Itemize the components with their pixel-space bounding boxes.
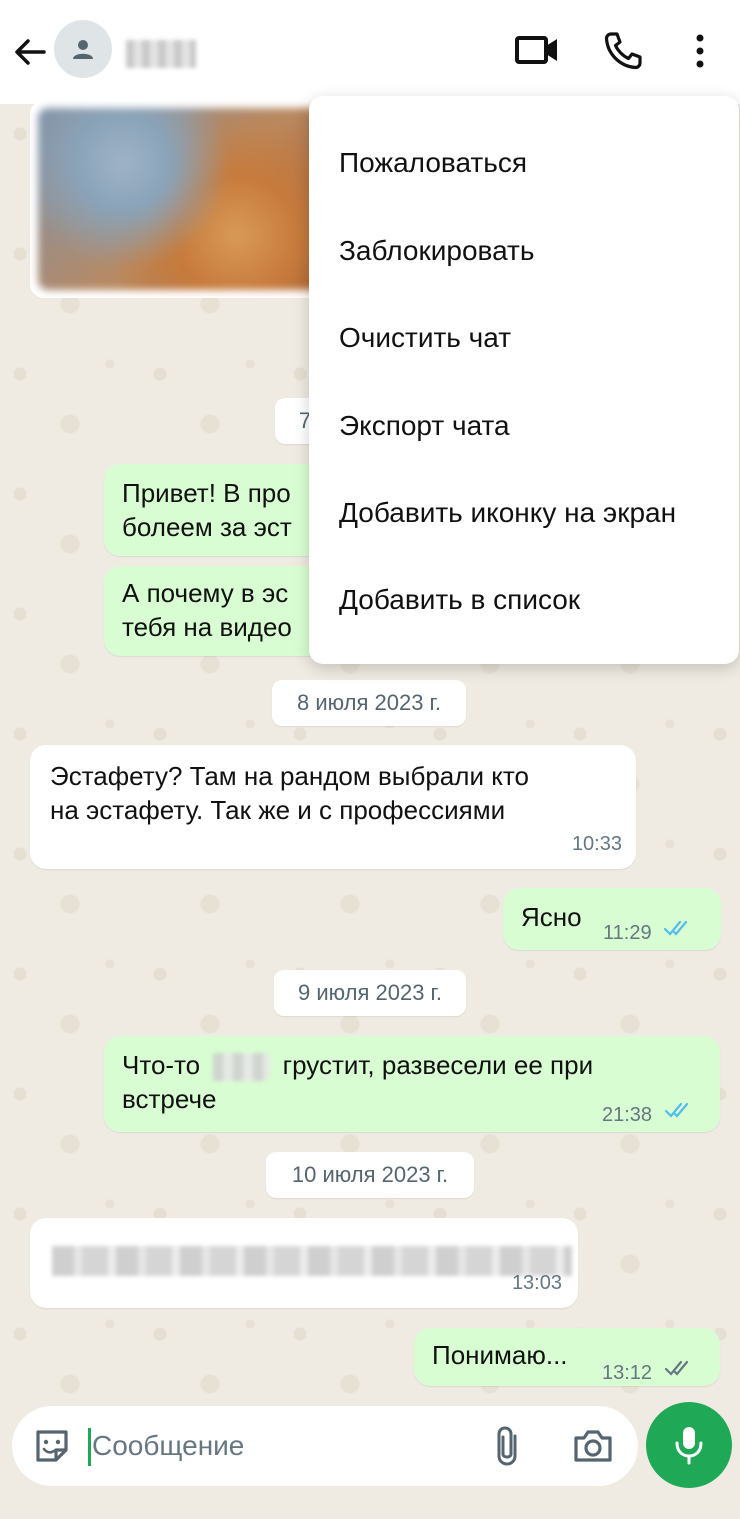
menu-item-add-to-list[interactable]: Добавить в список <box>339 580 580 620</box>
message-text: встрече <box>122 1084 217 1114</box>
more-vert-icon[interactable] <box>682 28 718 74</box>
avatar[interactable] <box>54 20 112 78</box>
message-composer <box>12 1406 638 1486</box>
message-text-part: грустит, развесели ее при <box>282 1050 594 1080</box>
phone-icon[interactable] <box>602 30 644 72</box>
message-text: Что-то грустит, развесели ее при <box>122 1048 593 1082</box>
date-label: 10 июля 2023 г. <box>291 1162 449 1187</box>
message-text: на эстафету. Так же и с профессиями <box>50 795 506 825</box>
message-text: Эстафету? Там на рандом выбрали кто <box>50 761 529 791</box>
message-bubble[interactable]: 13:03 <box>30 1218 578 1308</box>
blurred-name <box>213 1053 270 1082</box>
message-bubble[interactable]: Привет! В про болеем за эст <box>104 464 344 556</box>
read-ticks-icon <box>664 1102 689 1118</box>
date-separator: 9 июля 2023 г. <box>274 970 466 1016</box>
message-time: 11:29 <box>603 922 652 944</box>
blurred-message-text <box>52 1246 572 1276</box>
sticker-icon[interactable] <box>32 1426 72 1466</box>
date-label: 8 июля 2023 г. <box>296 690 442 715</box>
message-bubble[interactable]: Понимаю... 13:12 <box>414 1328 720 1386</box>
microphone-icon <box>675 1427 703 1465</box>
message-text: Понимаю... <box>432 1340 568 1370</box>
read-ticks-icon <box>663 920 688 936</box>
message-text: болеем за эст <box>122 512 292 542</box>
message-text: тебя на видео <box>122 612 292 642</box>
image-message[interactable] <box>30 100 330 298</box>
message-bubble[interactable]: Что-то грустит, развесели ее при встрече… <box>104 1036 720 1132</box>
message-bubble[interactable]: А почему в эс тебя на видео <box>104 566 344 656</box>
contact-name[interactable] <box>126 40 196 68</box>
arrow-left-icon[interactable] <box>10 32 50 72</box>
video-camera-icon[interactable] <box>514 30 560 70</box>
message-time: 13:12 <box>602 1362 653 1384</box>
message-bubble[interactable]: Ясно 11:29 <box>503 888 721 950</box>
paperclip-icon[interactable] <box>492 1424 526 1468</box>
image-thumbnail[interactable] <box>38 108 322 290</box>
menu-item-add-shortcut[interactable]: Добавить иконку на экран <box>339 493 676 533</box>
menu-item-clear-chat[interactable]: Очистить чат <box>339 318 511 358</box>
voice-record-button[interactable] <box>646 1402 732 1488</box>
date-label: 9 июля 2023 г. <box>297 980 443 1005</box>
message-input[interactable] <box>92 1424 472 1468</box>
person-icon <box>73 40 93 59</box>
menu-item-report[interactable]: Пожаловаться <box>339 143 527 183</box>
text-cursor <box>88 1428 91 1466</box>
message-time: 10:33 <box>571 833 622 855</box>
message-text: Ясно <box>521 902 582 932</box>
message-time: 13:03 <box>511 1272 562 1294</box>
menu-item-block[interactable]: Заблокировать <box>339 231 534 271</box>
message-text-part: Что-то <box>122 1050 201 1080</box>
delivered-ticks-icon <box>664 1360 689 1376</box>
date-separator: 10 июля 2023 г. <box>266 1152 474 1198</box>
menu-item-export-chat[interactable]: Экспорт чата <box>339 406 510 446</box>
message-text: Привет! В про <box>122 478 291 508</box>
chat-header <box>0 0 740 104</box>
message-time: 21:38 <box>602 1104 653 1126</box>
date-separator: 8 июля 2023 г. <box>272 680 466 726</box>
message-bubble[interactable]: Эстафету? Там на рандом выбрали кто на э… <box>30 745 636 869</box>
message-text: А почему в эс <box>122 578 289 608</box>
overflow-menu: Пожаловаться Заблокировать Очистить чат … <box>309 96 739 664</box>
camera-icon[interactable] <box>572 1426 614 1466</box>
